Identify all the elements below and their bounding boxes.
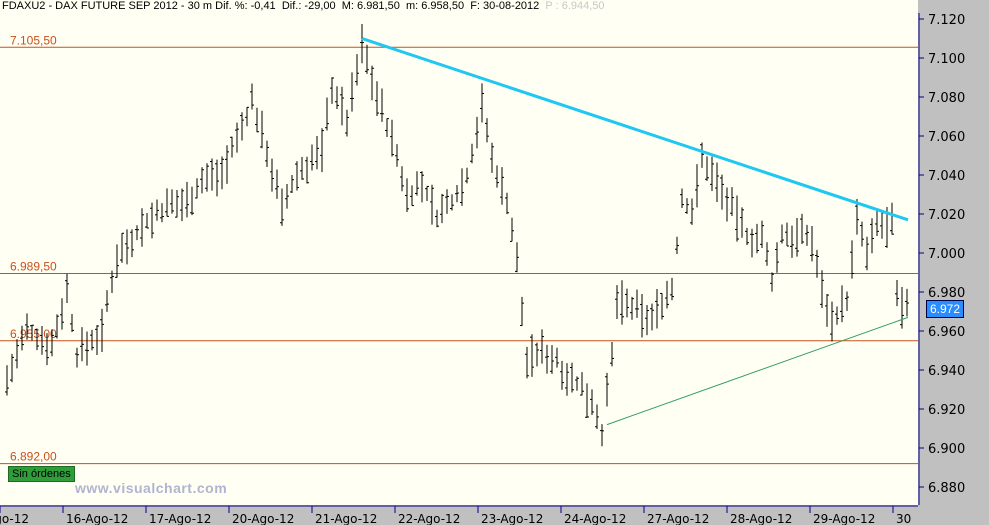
watermark: www.visualchart.com [75,480,228,496]
y-tick-label: 6.960 [928,325,965,340]
x-tick-label: 20-Ago-12 [232,512,294,525]
x-tick-label: 28-Ago-12 [730,512,792,525]
min-price: m: 6.958,50 [405,0,465,12]
y-tick-label: 7.080 [928,91,965,106]
level-label: 6.955,00 [10,327,57,341]
level-label: 7.105,50 [10,33,57,47]
last-price-label: 6.972 [926,300,965,318]
y-tick-label: 7.040 [928,169,965,184]
x-tick-label: 27-Ago-12 [647,512,709,525]
x-tick-label: 23-Ago-12 [481,512,543,525]
chart-header: FDAXU2 - DAX FUTURE SEP 2012 - 30 m Dif.… [0,0,918,13]
plot-area [0,13,918,505]
prev-price: P : 6.944,50 [545,0,605,12]
y-tick-label: 7.000 [928,247,965,262]
chart-window: 7.120 7.100 7.080 7.060 7.040 7.020 7.000 6.980… [0,0,989,525]
y-tick-label: 6.920 [928,403,965,418]
date: F: 30-08-2012 [470,0,540,12]
price-chart[interactable]: 7.120 7.100 7.080 7.060 7.040 7.020 7.000 6.980… [0,0,989,525]
y-tick-label: 7.120 [928,13,965,28]
x-tick-label: 17-Ago-12 [149,512,211,525]
x-tick-label: 22-Ago-12 [398,512,460,525]
y-tick-label: 7.100 [928,52,965,67]
x-tick-label: 24-Ago-12 [564,512,626,525]
x-tick-label: 29-Ago-12 [813,512,875,525]
y-tick-label: 7.060 [928,130,965,145]
x-tick-label: 30 [896,512,911,525]
level-label: 6.892,00 [10,450,57,464]
x-tick-label: Ago-12 [0,512,29,525]
x-tick-label: 21-Ago-12 [315,512,377,525]
y-tick-label: 6.900 [928,442,965,457]
change-pct: Dif. %: -0,41 [215,0,276,12]
change: Dif.: -29,00 [281,0,336,12]
symbol-label: FDAXU2 - DAX FUTURE SEP 2012 - 30 m [2,0,213,12]
x-tick-label: 16-Ago-12 [66,512,128,525]
level-label: 6.989,50 [10,259,57,273]
y-tick-label: 7.020 [928,208,965,223]
orders-badge[interactable]: Sin órdenes [8,466,75,482]
max-price: M: 6.981,50 [341,0,400,12]
y-tick-label: 6.980 [928,286,965,301]
y-tick-label: 6.940 [928,364,965,379]
y-tick-label: 6.880 [928,481,965,496]
